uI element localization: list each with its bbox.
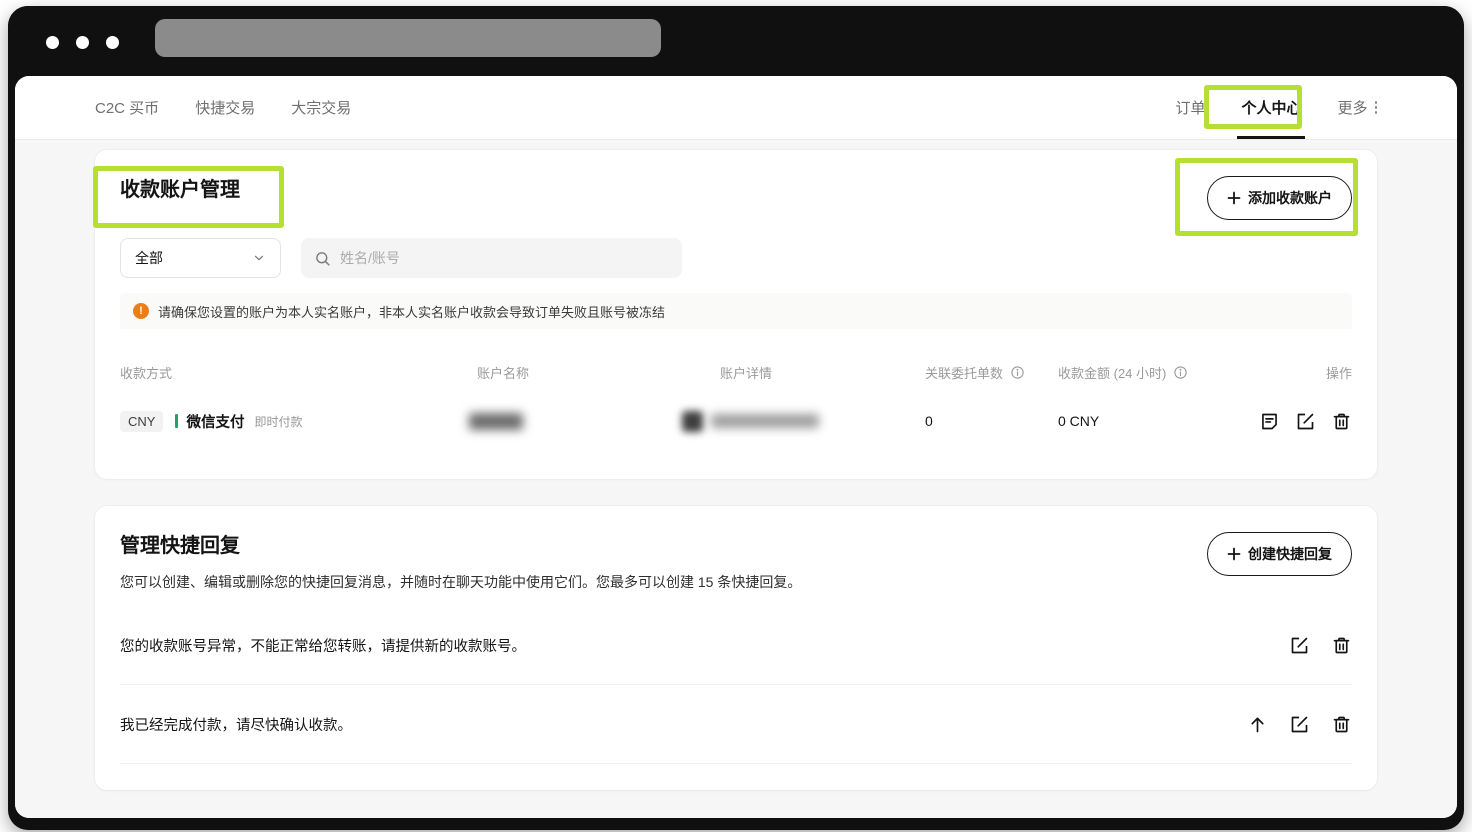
edit-icon[interactable] xyxy=(1294,410,1316,432)
account-search-input[interactable] xyxy=(340,250,669,266)
nav-tab-label: 快捷交易 xyxy=(195,97,255,118)
quick-replies-description: 您可以创建、编辑或删除您的快捷回复消息，并随时在聊天功能中使用它们。您最多可以创… xyxy=(120,572,801,592)
main-area: 收款账户管理 添加收款账户 全部 xyxy=(15,140,1457,818)
nav-tab-label: 大宗交易 xyxy=(291,97,351,118)
info-icon[interactable] xyxy=(1010,365,1025,380)
list-item: 我已经完成付款，请尽快确认收款。 xyxy=(120,685,1352,764)
nav-right-group: 订单 个人中心 更多 xyxy=(1175,76,1377,139)
quick-replies-list: 您的收款账号异常，不能正常给您转账，请提供新的收款账号。 我已经完成付款，请尽快… xyxy=(120,606,1352,764)
create-quick-reply-button[interactable]: 创建快捷回复 xyxy=(1207,532,1352,576)
quick-reply-text: 我已经完成付款，请尽快确认收款。 xyxy=(120,714,352,735)
list-item: 您的收款账号异常，不能正常给您转账，请提供新的收款账号。 xyxy=(120,606,1352,685)
header-linked-orders: 关联委托单数 xyxy=(925,363,1058,382)
browser-chrome xyxy=(8,6,1464,76)
redacted-detail-text xyxy=(711,414,819,428)
nav-tab-orders[interactable]: 订单 xyxy=(1175,76,1205,139)
instant-payment-tag: 即时付款 xyxy=(254,413,302,430)
linked-orders-cell: 0 xyxy=(925,413,1058,429)
amount-cell: 0 CNY xyxy=(1058,413,1242,429)
create-quick-reply-label: 创建快捷回复 xyxy=(1248,544,1332,564)
info-icon[interactable] xyxy=(1173,365,1188,380)
window-close-dot-icon[interactable] xyxy=(46,36,59,49)
nav-tab-more[interactable]: 更多 xyxy=(1337,76,1377,139)
edit-icon[interactable] xyxy=(1288,713,1310,735)
chevron-down-icon xyxy=(252,251,266,265)
nav-tab-label: 更多 xyxy=(1337,97,1367,118)
row-actions xyxy=(1242,410,1352,432)
quick-replies-card: 管理快捷回复 您可以创建、编辑或删除您的快捷回复消息，并随时在聊天功能中使用它们… xyxy=(95,506,1377,790)
window-controls xyxy=(46,36,119,49)
quick-reply-text: 您的收款账号异常，不能正常给您转账，请提供新的收款账号。 xyxy=(120,635,526,656)
payment-accounts-card: 收款账户管理 添加收款账户 全部 xyxy=(95,150,1377,479)
accounts-card-head: 收款账户管理 添加收款账户 xyxy=(120,176,1352,220)
search-icon xyxy=(314,250,331,267)
account-search-box xyxy=(301,238,682,278)
nav-tab-c2c-buy[interactable]: C2C 买币 xyxy=(95,76,159,139)
edit-icon[interactable] xyxy=(1288,634,1310,656)
address-bar[interactable] xyxy=(155,19,661,57)
header-account-detail: 账户详情 xyxy=(720,363,925,382)
header-amount-24h: 收款金额 (24 小时) xyxy=(1058,363,1242,382)
warning-icon: ! xyxy=(133,303,149,319)
header-account-name: 账户名称 xyxy=(477,363,720,382)
accounts-table-header: 收款方式 账户名称 账户详情 关联委托单数 收款金额 (24 小时) xyxy=(120,355,1352,389)
account-detail-cell xyxy=(720,411,925,432)
window-zoom-dot-icon[interactable] xyxy=(106,36,119,49)
nav-tab-block-trade[interactable]: 大宗交易 xyxy=(291,76,351,139)
nav-tab-label: C2C 买币 xyxy=(95,97,159,118)
warning-text: 请确保您设置的账户为本人实名账户，非本人实名账户收款会导致订单失败且账号被冻结 xyxy=(158,302,665,321)
details-note-icon[interactable] xyxy=(1258,410,1280,432)
window-minimize-dot-icon[interactable] xyxy=(76,36,89,49)
quick-replies-title-block: 管理快捷回复 您可以创建、编辑或删除您的快捷回复消息，并随时在聊天功能中使用它们… xyxy=(120,532,801,592)
vertical-ellipsis-icon xyxy=(1375,101,1378,114)
redacted-account-name xyxy=(469,413,523,430)
quick-reply-actions xyxy=(1288,634,1352,656)
account-type-filter[interactable]: 全部 xyxy=(120,238,281,278)
nav-left-group: C2C 买币 快捷交易 大宗交易 xyxy=(95,76,351,139)
redacted-account-detail xyxy=(682,411,925,432)
wechat-green-bar-icon xyxy=(175,414,178,428)
delete-trash-icon[interactable] xyxy=(1330,410,1352,432)
table-row: CNY 微信支付 即时付款 xyxy=(120,389,1352,453)
accounts-controls: 全部 xyxy=(120,238,1352,278)
browser-window: C2C 买币 快捷交易 大宗交易 订单 个人中心 更多 xyxy=(8,6,1464,830)
currency-badge: CNY xyxy=(120,411,163,432)
redacted-qr-icon xyxy=(682,411,703,432)
page-title: 收款账户管理 xyxy=(120,176,240,204)
move-up-arrow-icon[interactable] xyxy=(1246,713,1268,735)
plus-icon xyxy=(1227,547,1241,561)
nav-tab-label: 个人中心 xyxy=(1241,97,1301,118)
payment-method-cell: CNY 微信支付 即时付款 xyxy=(120,411,477,432)
nav-tab-express-trade[interactable]: 快捷交易 xyxy=(195,76,255,139)
plus-icon xyxy=(1227,191,1241,205)
add-payment-account-label: 添加收款账户 xyxy=(1248,188,1332,208)
header-method: 收款方式 xyxy=(120,363,477,382)
header-actions: 操作 xyxy=(1242,363,1352,382)
account-type-filter-value: 全部 xyxy=(135,248,163,268)
quick-replies-head: 管理快捷回复 您可以创建、编辑或删除您的快捷回复消息，并随时在聊天功能中使用它们… xyxy=(120,532,1352,592)
nav-tab-personal-center[interactable]: 个人中心 xyxy=(1241,76,1301,139)
nav-tab-label: 订单 xyxy=(1175,97,1205,118)
payment-method-name: 微信支付 即时付款 xyxy=(175,411,302,432)
add-payment-account-button[interactable]: 添加收款账户 xyxy=(1207,176,1352,220)
section-title: 管理快捷回复 xyxy=(120,532,801,560)
delete-trash-icon[interactable] xyxy=(1330,634,1352,656)
quick-reply-actions xyxy=(1246,713,1352,735)
page-content: C2C 买币 快捷交易 大宗交易 订单 个人中心 更多 xyxy=(15,76,1457,818)
delete-trash-icon[interactable] xyxy=(1330,713,1352,735)
top-navbar: C2C 买币 快捷交易 大宗交易 订单 个人中心 更多 xyxy=(15,76,1457,140)
real-name-warning-banner: ! 请确保您设置的账户为本人实名账户，非本人实名账户收款会导致订单失败且账号被冻… xyxy=(120,293,1352,329)
